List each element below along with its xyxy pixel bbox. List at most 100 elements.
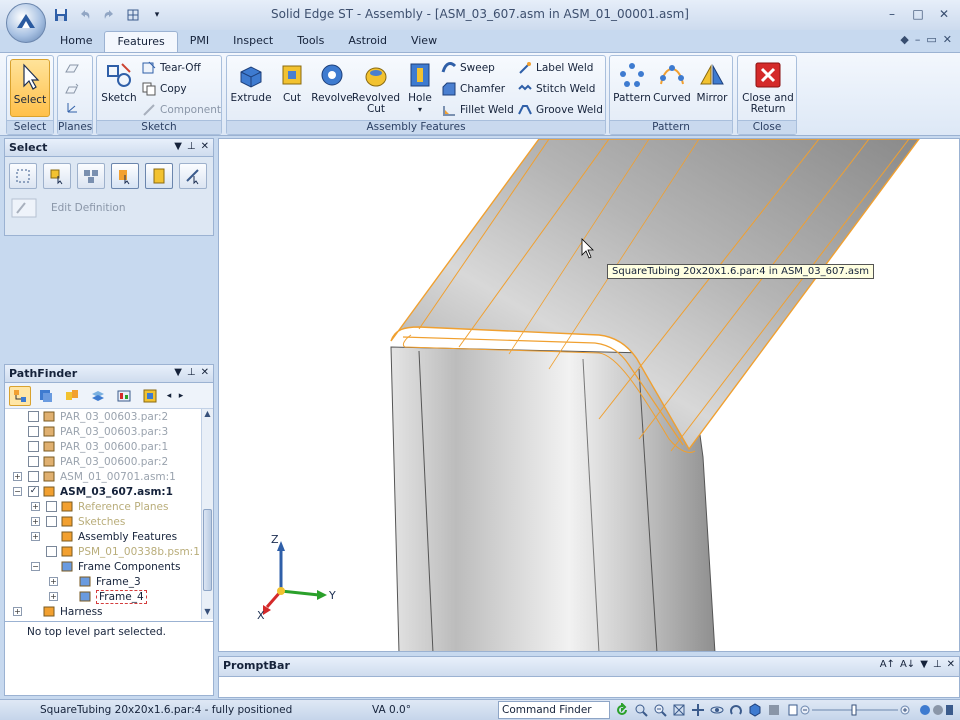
rotate-icon[interactable] <box>709 702 725 718</box>
zoom-area-icon[interactable] <box>633 702 649 718</box>
sensors-icon[interactable] <box>113 386 135 406</box>
mirror-button[interactable]: Mirror <box>692 60 732 104</box>
tab-home[interactable]: Home <box>48 31 104 53</box>
edit-definition-button[interactable]: Edit Definition <box>5 189 213 227</box>
parallel-plane-button[interactable] <box>64 80 80 98</box>
label-weld-button[interactable]: Label Weld <box>517 59 593 77</box>
maximize-button[interactable]: □ <box>906 4 930 24</box>
tree-visibility-checkbox[interactable] <box>28 441 39 452</box>
tree-expander-icon[interactable]: + <box>31 532 40 541</box>
scroll-tabs-left-icon[interactable]: ◂ <box>165 386 173 406</box>
sheet-icon[interactable] <box>785 702 801 718</box>
select-face-tool[interactable] <box>111 163 139 189</box>
tab-astroid[interactable]: Astroid <box>336 31 399 53</box>
layers-icon[interactable] <box>87 386 109 406</box>
application-button[interactable] <box>6 3 46 43</box>
pathfinder-dropdown-icon[interactable]: ▼ <box>174 367 182 378</box>
doc-close-button[interactable]: ✕ <box>943 33 952 46</box>
select-multiple-tool[interactable] <box>77 163 105 189</box>
select-edge-tool[interactable] <box>179 163 207 189</box>
promptbar-close-icon[interactable]: ✕ <box>947 659 955 670</box>
pathfinder-pin-icon[interactable]: ⊥ <box>187 367 196 378</box>
tab-features[interactable]: Features <box>104 31 178 53</box>
tree-item[interactable]: −noneFrame Components <box>5 559 203 574</box>
doc-minimize-button[interactable]: – <box>915 33 921 46</box>
pan-icon[interactable] <box>690 702 706 718</box>
tree-expander-icon[interactable]: + <box>49 577 58 586</box>
select-button[interactable]: Select <box>10 59 50 117</box>
display-style-icon[interactable] <box>766 702 782 718</box>
graphics-viewport[interactable]: Z Y X SquareTubing 20x20x1.6.par:4 in AS… <box>218 138 960 652</box>
tree-item[interactable]: +noneFrame_3 <box>5 574 203 589</box>
pathfinder-scrollbar[interactable]: ▲ ▼ <box>201 409 213 619</box>
tree-item[interactable]: + Reference Planes <box>5 499 203 514</box>
hole-dropdown-icon[interactable]: ▾ <box>418 104 422 115</box>
parts-list-icon[interactable] <box>35 386 57 406</box>
tab-view[interactable]: View <box>399 31 449 53</box>
font-increase-icon[interactable]: A↑ <box>880 659 895 670</box>
tree-visibility-checkbox[interactable] <box>46 501 57 512</box>
revolve-button[interactable]: Revolve <box>311 60 353 104</box>
tree-visibility-checkbox[interactable] <box>28 471 39 482</box>
tree-expander-icon[interactable]: + <box>49 592 58 601</box>
promptbar-pin-icon[interactable]: ⊥ <box>933 659 942 670</box>
tree-item[interactable]: PAR_03_00603.par:3 <box>5 424 203 439</box>
groove-weld-button[interactable]: Groove Weld <box>517 101 603 119</box>
tree-visibility-checkbox[interactable]: ✓ <box>28 486 39 497</box>
assembly-pathfinder-icon[interactable] <box>9 385 31 406</box>
font-decrease-icon[interactable]: A↓ <box>900 659 915 670</box>
extrude-button[interactable]: Extrude <box>230 60 272 104</box>
tree-item[interactable]: PAR_03_00603.par:2 <box>5 409 203 424</box>
scroll-down-icon[interactable]: ▼ <box>202 607 213 619</box>
promptbar-dropdown-icon[interactable]: ▼ <box>920 659 928 670</box>
select-box-tool[interactable] <box>9 163 37 189</box>
tab-pmi[interactable]: PMI <box>178 31 221 53</box>
tree-visibility-checkbox[interactable] <box>28 456 39 467</box>
status-bar-extra-icons[interactable] <box>918 703 954 720</box>
stitch-weld-button[interactable]: Stitch Weld <box>517 80 595 98</box>
tree-item[interactable]: − ✓ ASM_03_607.asm:1 <box>5 484 203 499</box>
view-orientation-icon[interactable] <box>747 702 763 718</box>
select-body-tool[interactable] <box>145 163 173 189</box>
scroll-up-icon[interactable]: ▲ <box>202 409 213 421</box>
panel-dropdown-icon[interactable]: ▼ <box>174 141 182 152</box>
tree-visibility-checkbox[interactable] <box>28 426 39 437</box>
tree-item[interactable]: + ASM_01_00701.asm:1 <box>5 469 203 484</box>
tear-off-button[interactable]: Tear-Off <box>141 59 201 77</box>
select-parts-tool[interactable] <box>43 163 71 189</box>
tree-item[interactable]: PAR_03_00600.par:1 <box>5 439 203 454</box>
scroll-tabs-right-icon[interactable]: ▸ <box>177 386 185 406</box>
tree-expander-icon[interactable]: + <box>31 502 40 511</box>
tree-item[interactable]: +noneFrame_4 <box>5 589 203 604</box>
tree-visibility-checkbox[interactable] <box>28 411 39 422</box>
plane-button[interactable] <box>64 60 80 78</box>
tree-item[interactable]: +noneAssembly Features <box>5 529 203 544</box>
close-window-button[interactable]: ✕ <box>932 4 956 24</box>
pathfinder-close-icon[interactable]: ✕ <box>201 367 209 378</box>
tree-item[interactable]: PAR_03_00600.par:2 <box>5 454 203 469</box>
tab-inspect[interactable]: Inspect <box>221 31 285 53</box>
tree-expander-icon[interactable]: − <box>31 562 40 571</box>
scroll-thumb[interactable] <box>203 509 212 591</box>
square-tubing-model[interactable]: Z Y X <box>219 139 960 652</box>
spin-icon[interactable] <box>728 702 744 718</box>
features-library-icon[interactable] <box>139 386 161 406</box>
groups-icon[interactable] <box>61 386 83 406</box>
tree-expander-icon[interactable]: + <box>13 607 22 616</box>
component-button[interactable]: Component <box>141 101 221 119</box>
panel-close-icon[interactable]: ✕ <box>201 141 209 152</box>
tree-expander-icon[interactable]: − <box>13 487 22 496</box>
tree-expander-icon[interactable]: + <box>31 517 40 526</box>
revolved-cut-button[interactable]: Revolved Cut <box>352 60 400 115</box>
zoom-slider[interactable] <box>800 704 910 716</box>
panel-pin-icon[interactable]: ⊥ <box>187 141 196 152</box>
tab-tools[interactable]: Tools <box>285 31 336 53</box>
tree-expander-icon[interactable]: + <box>13 472 22 481</box>
chamfer-button[interactable]: Chamfer <box>441 80 505 98</box>
tree-visibility-checkbox[interactable] <box>46 546 57 557</box>
cut-button[interactable]: Cut <box>275 60 309 104</box>
sweep-button[interactable]: Sweep <box>441 59 495 77</box>
zoom-icon[interactable] <box>652 702 668 718</box>
pattern-button[interactable]: Pattern <box>612 60 652 104</box>
doc-restore-button[interactable]: ▭ <box>926 33 936 46</box>
